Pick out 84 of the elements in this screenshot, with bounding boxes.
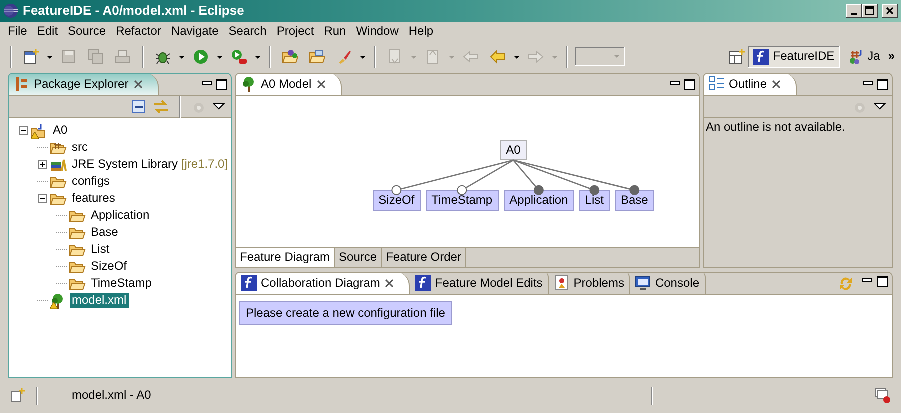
menu-item[interactable]: Search (224, 24, 272, 38)
tree-item[interactable]: JRE System Library [jre1.7.0] (70, 157, 230, 172)
open-perspective-icon[interactable] (729, 48, 746, 64)
window-title: FeatureIDE - A0/model.xml - Eclipse (23, 3, 244, 19)
tree-item[interactable]: TimeStamp (89, 276, 154, 291)
progress-icon[interactable] (875, 388, 891, 404)
maximize-icon (865, 6, 875, 16)
info-message: Please create a new configuration file (239, 301, 452, 326)
open-folder-icon[interactable] (309, 48, 325, 64)
dropdown-caret-icon[interactable] (213, 102, 225, 112)
collapse-icon[interactable] (38, 194, 46, 203)
close-icon[interactable] (132, 78, 144, 90)
menu-item[interactable]: Navigate (166, 24, 224, 38)
collapse-all-icon[interactable] (131, 98, 147, 114)
tree-item[interactable]: List (89, 242, 112, 257)
maximize-button[interactable] (862, 4, 878, 18)
close-button[interactable] (882, 4, 898, 18)
featureide-icon (415, 275, 432, 291)
tree-item[interactable]: model.xml (70, 293, 129, 308)
menu-item[interactable]: Run (319, 24, 352, 38)
fast-view-icon[interactable] (10, 388, 26, 404)
collapse-icon[interactable] (18, 126, 28, 135)
root-feature[interactable]: A0 (500, 140, 527, 160)
run-icon[interactable] (193, 48, 209, 64)
close-icon (885, 6, 895, 16)
view-tab[interactable]: Feature Model Edits (410, 273, 549, 294)
feature-node[interactable]: List (579, 190, 610, 211)
tree-icon (241, 76, 257, 92)
featureide-icon (753, 48, 770, 64)
tree-item[interactable]: configs (70, 174, 112, 189)
menu-item[interactable]: File (3, 24, 32, 38)
minimize-icon (851, 13, 857, 15)
view-tab[interactable]: Outline (704, 74, 798, 95)
status-text: model.xml - A0 (72, 388, 152, 403)
menu-item[interactable]: Source (63, 24, 112, 38)
tree-item[interactable]: Application (89, 208, 152, 223)
problems-icon (554, 275, 570, 291)
feature-node[interactable]: Base (614, 190, 654, 211)
expand-icon[interactable] (38, 160, 46, 169)
run-external-icon[interactable] (231, 48, 247, 64)
feature-node[interactable]: Application (504, 190, 574, 211)
menu-item[interactable]: Project (272, 24, 320, 38)
tree-item[interactable]: A0 (51, 123, 70, 138)
view-tab[interactable]: Console (630, 273, 706, 294)
menu-item[interactable]: Help (404, 24, 439, 38)
new-file-icon[interactable] (23, 48, 39, 64)
outline-message: An outline is not available. (705, 119, 846, 136)
perspective-button[interactable]: FeatureIDE (748, 46, 840, 68)
maximize-icon[interactable] (877, 276, 888, 286)
page-tab[interactable]: Source (335, 248, 382, 267)
view-tab[interactable]: Collaboration Diagram (236, 273, 410, 294)
menu-item[interactable]: Window (351, 24, 404, 38)
close-icon[interactable] (316, 78, 327, 90)
tree-item[interactable]: src (70, 140, 90, 155)
more-perspectives-button[interactable]: » (888, 49, 895, 64)
page-tab[interactable]: Feature Order (382, 248, 466, 267)
maximize-icon[interactable] (216, 79, 227, 90)
close-icon[interactable] (771, 78, 782, 90)
tree-item[interactable]: features (70, 191, 118, 206)
maximize-icon[interactable] (684, 79, 695, 90)
perspective-button[interactable]: Ja (842, 46, 886, 68)
package-icon (14, 76, 30, 92)
tree-item[interactable]: Base (89, 225, 120, 240)
view-tab[interactable]: Problems (548, 273, 630, 294)
console-icon (635, 275, 652, 291)
combo-box[interactable] (575, 47, 625, 66)
eclipse-icon (3, 3, 19, 19)
feature-node[interactable]: TimeStamp (426, 190, 499, 211)
close-icon[interactable] (384, 278, 396, 288)
feature-node[interactable]: SizeOf (372, 190, 421, 211)
open-project-icon[interactable] (282, 48, 298, 64)
page-tab[interactable]: Feature Diagram (236, 248, 336, 267)
maximize-icon[interactable] (877, 79, 888, 90)
dropdown-caret-icon[interactable] (874, 102, 886, 112)
outline-icon (709, 76, 725, 92)
tree-item[interactable]: SizeOf (89, 259, 130, 274)
menu-item[interactable]: Edit (32, 24, 64, 38)
minimize-button[interactable] (846, 4, 862, 18)
featureide-icon (241, 275, 257, 291)
dropdown-caret-icon (614, 55, 620, 58)
view-tab[interactable]: Package Explorer (9, 74, 159, 95)
menu-item[interactable]: Refactor (111, 24, 166, 38)
java-icon (848, 48, 864, 64)
editor-tab[interactable]: A0 Model (236, 74, 342, 95)
